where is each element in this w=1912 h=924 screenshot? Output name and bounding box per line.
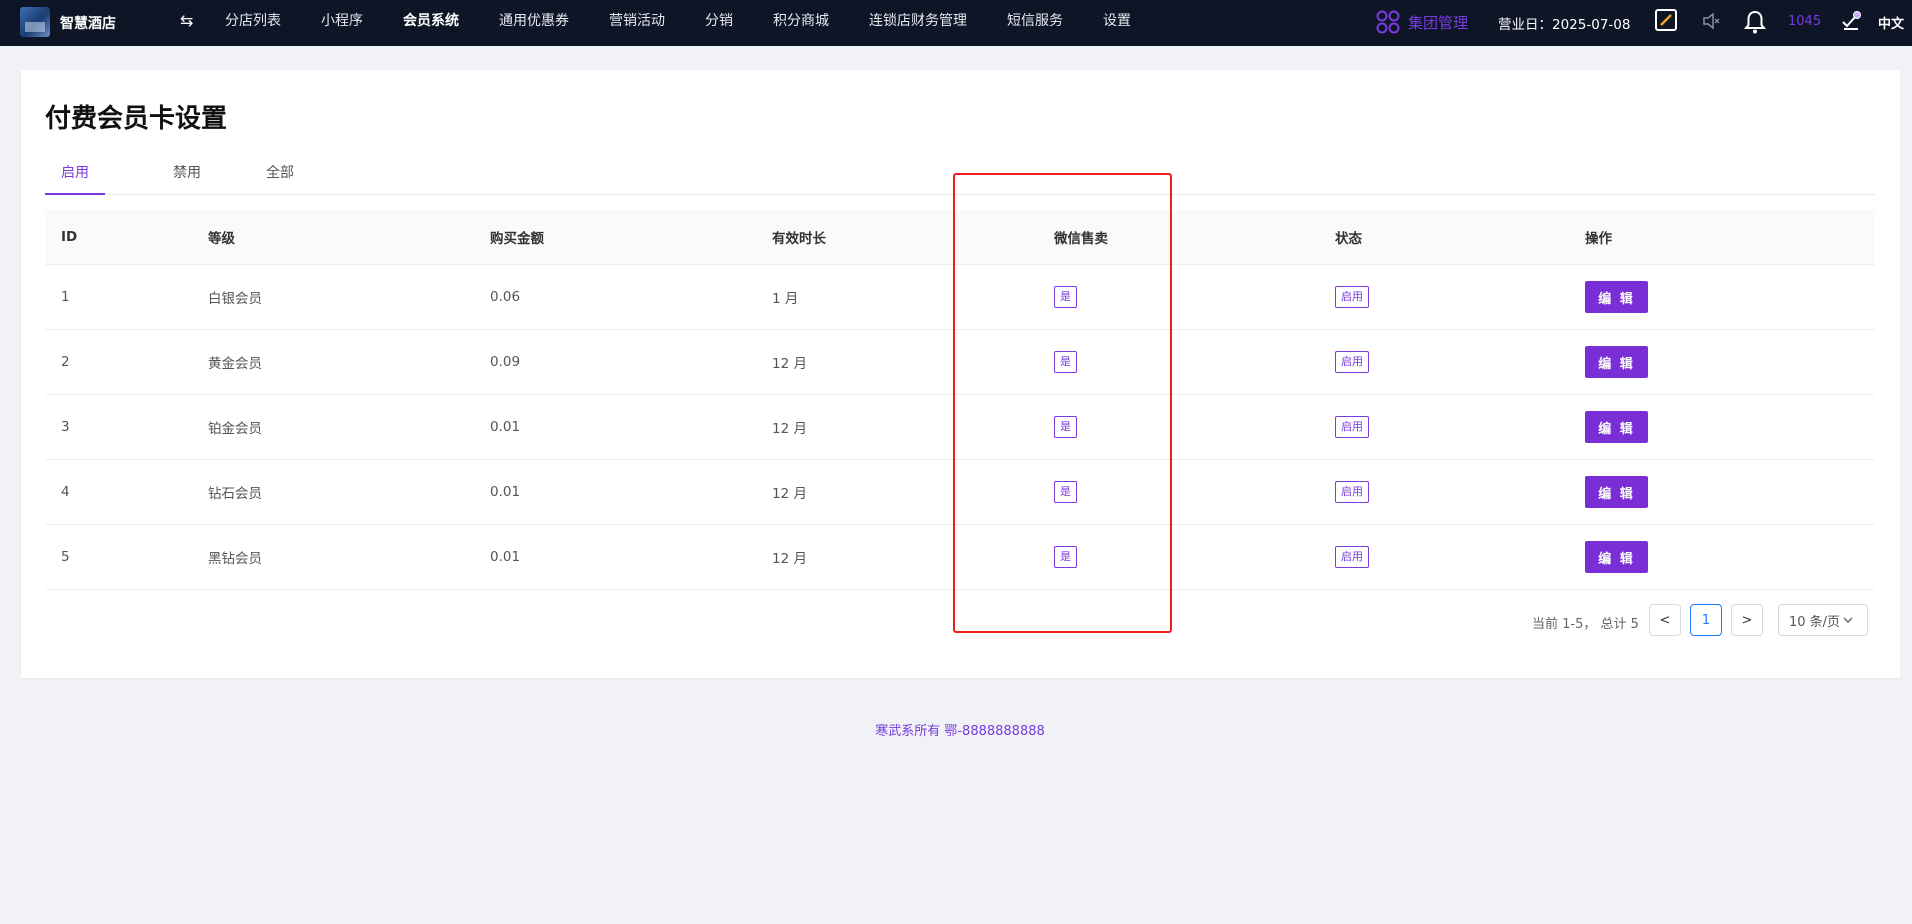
nav-item-marketing[interactable]: 营销活动 [589,0,685,46]
col-header-id: ID [61,229,78,245]
swap-icon[interactable]: ⇆ [180,11,193,30]
status-tag: 启用 [1335,416,1369,438]
nav-item-coupons[interactable]: 通用优惠券 [479,0,589,46]
status-tag: 启用 [1335,546,1369,568]
table-row: 3 铂金会员 0.01 12 月 是 启用 编 辑 [45,395,1875,460]
col-header-status: 状态 [1335,231,1362,247]
tab-all[interactable]: 全部 [266,162,294,193]
wechat-sale-tag: 是 [1054,481,1077,503]
nav-item-settings[interactable]: 设置 [1083,0,1151,46]
wechat-sale-tag: 是 [1054,416,1077,438]
page-size-label: 10 条/页 [1789,614,1841,630]
cell-id: 5 [61,549,70,565]
edit-button[interactable]: 编 辑 [1585,346,1648,378]
cell-id: 3 [61,419,70,435]
col-header-price: 购买金额 [490,231,544,247]
cell-level: 黑钻会员 [208,551,262,567]
next-page-button[interactable]: > [1731,604,1763,636]
status-tag: 启用 [1335,286,1369,308]
nav-item-branch-list[interactable]: 分店列表 [205,0,301,46]
cell-level: 铂金会员 [208,421,262,437]
cell-level: 钻石会员 [208,486,262,502]
business-date: 营业日：2025-07-08 [1498,17,1631,33]
cell-price: 0.06 [490,289,521,305]
cell-level: 白银会员 [208,291,262,307]
status-tag: 启用 [1335,351,1369,373]
group-management-link[interactable]: 集团管理 [1408,12,1468,33]
nav-item-mini-program[interactable]: 小程序 [301,0,383,46]
member-card-table: ID 等级 购买金额 有效时长 微信售卖 状态 操作 1 白银会员 0.06 1… [45,210,1875,590]
table-row: 2 黄金会员 0.09 12 月 是 启用 编 辑 [45,330,1875,395]
page-size-select[interactable]: 10 条/页 [1778,604,1868,636]
col-header-wechat-sale: 微信售卖 [1054,231,1108,247]
wechat-sale-tag: 是 [1054,546,1077,568]
cell-price: 0.01 [490,419,521,435]
nav-item-chain-finance[interactable]: 连锁店财务管理 [849,0,987,46]
page-title: 付费会员卡设置 [45,104,228,134]
edit-button[interactable]: 编 辑 [1585,541,1648,573]
nav-item-member-system[interactable]: 会员系统 [383,0,479,46]
edit-button[interactable]: 编 辑 [1585,476,1648,508]
main-nav: 分店列表 小程序 会员系统 通用优惠券 营销活动 分销 积分商城 连锁店财务管理… [205,0,1151,46]
edit-button[interactable]: 编 辑 [1585,281,1648,313]
cell-duration: 12 月 [772,551,807,567]
pagination-summary: 当前 1-5， 总计 5 [1532,617,1639,632]
nav-item-sms[interactable]: 短信服务 [987,0,1083,46]
user-settings-icon[interactable] [1840,10,1862,32]
cell-duration: 12 月 [772,421,807,437]
edit-pad-icon[interactable] [1655,9,1677,31]
tab-enabled[interactable]: 启用 [45,162,105,195]
status-tabs: 启用 禁用 全部 [45,162,1875,195]
cell-id: 2 [61,354,70,370]
prev-page-button[interactable]: < [1649,604,1681,636]
cell-price: 0.09 [490,354,521,370]
language-switch[interactable]: 中文 [1878,13,1904,32]
status-tag: 启用 [1335,481,1369,503]
table-row: 1 白银会员 0.06 1 月 是 启用 编 辑 [45,265,1875,330]
table-row: 4 钻石会员 0.01 12 月 是 启用 编 辑 [45,460,1875,525]
table-row: 5 黑钻会员 0.01 12 月 是 启用 编 辑 [45,525,1875,590]
footer-copyright: 寒武系所有 鄂-8888888888 [875,724,1045,739]
cell-duration: 1 月 [772,291,799,307]
chevron-down-icon [1843,617,1853,623]
pagination: 当前 1-5， 总计 5 < 1 > 10 条/页 [21,604,1900,638]
content-panel: 付费会员卡设置 启用 禁用 全部 ID 等级 购买金额 有效时长 微信售卖 状态… [21,70,1900,678]
notification-count[interactable]: 1045 [1788,14,1821,29]
top-navigation-bar: 智慧酒店 ⇆ 分店列表 小程序 会员系统 通用优惠券 营销活动 分销 积分商城 … [0,0,1912,46]
bell-icon[interactable] [1744,9,1766,35]
wechat-sale-tag: 是 [1054,286,1077,308]
cell-duration: 12 月 [772,486,807,502]
col-header-duration: 有效时长 [772,231,826,247]
hotel-logo [20,7,50,37]
col-header-actions: 操作 [1585,231,1612,247]
page-number-button[interactable]: 1 [1690,604,1722,636]
group-grid-icon[interactable] [1375,9,1401,35]
cell-price: 0.01 [490,549,521,565]
edit-button[interactable]: 编 辑 [1585,411,1648,443]
nav-item-points-mall[interactable]: 积分商城 [753,0,849,46]
cell-id: 1 [61,289,70,305]
table-header: ID 等级 购买金额 有效时长 微信售卖 状态 操作 [45,210,1875,265]
col-header-level: 等级 [208,231,235,247]
cell-id: 4 [61,484,70,500]
cell-level: 黄金会员 [208,356,262,372]
brand-name: 智慧酒店 [60,16,116,32]
cell-duration: 12 月 [772,356,807,372]
cell-price: 0.01 [490,484,521,500]
wechat-sale-tag: 是 [1054,351,1077,373]
nav-item-distribution[interactable]: 分销 [685,0,753,46]
tab-disabled[interactable]: 禁用 [173,162,201,193]
speaker-muted-icon[interactable] [1702,12,1720,30]
